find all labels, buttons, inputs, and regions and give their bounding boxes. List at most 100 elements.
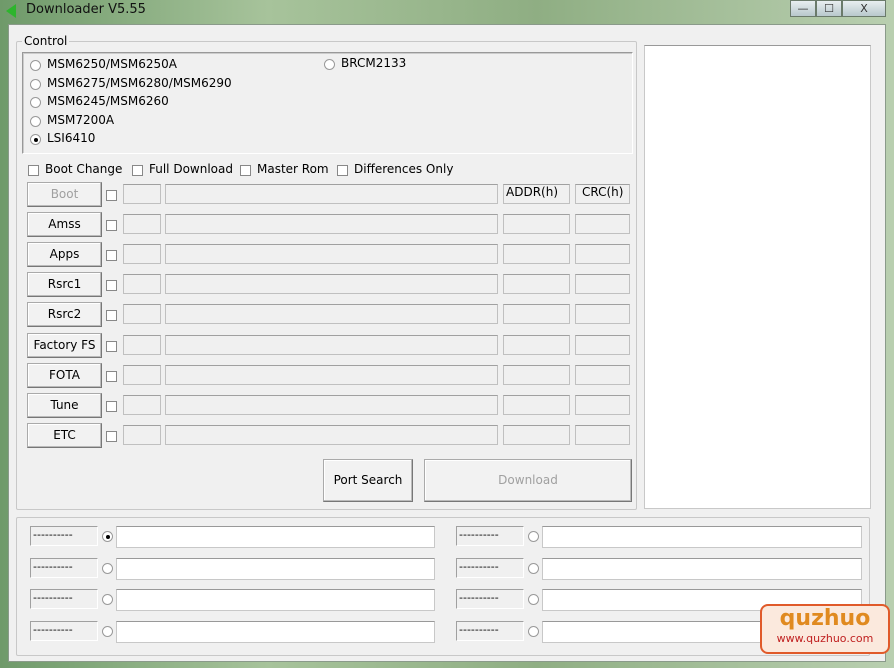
image-path-field xyxy=(165,184,498,204)
image-checkbox[interactable] xyxy=(106,220,117,232)
port-status-label: ---------- xyxy=(30,621,98,641)
option-checkbox[interactable] xyxy=(337,165,348,176)
image-size-field xyxy=(123,214,161,235)
port-radio[interactable] xyxy=(528,563,539,574)
option-checkbox[interactable] xyxy=(240,165,251,176)
watermark-logo: quzhuo www.quzhuo.com xyxy=(760,604,890,654)
image-size-field xyxy=(123,334,161,355)
chipset-label[interactable]: LSI6410 xyxy=(47,131,95,145)
port-radio[interactable] xyxy=(528,594,539,605)
chipset-radio[interactable] xyxy=(30,115,41,127)
image-button[interactable]: Amss xyxy=(27,212,102,238)
image-button[interactable]: ETC xyxy=(27,422,102,448)
chipset-label[interactable]: MSM6245/MSM6260 xyxy=(47,94,169,108)
image-crc-field xyxy=(575,394,630,415)
control-group-label: Control xyxy=(22,34,70,48)
download-button[interactable]: Download xyxy=(424,459,632,502)
image-path-field xyxy=(165,244,498,265)
chipset-label[interactable]: MSM6275/MSM6280/MSM6290 xyxy=(47,76,232,90)
image-crc-field xyxy=(575,364,630,385)
image-checkbox[interactable] xyxy=(106,250,117,262)
image-crc-field xyxy=(575,214,630,235)
port-radio[interactable] xyxy=(102,594,113,605)
chipset-radio[interactable] xyxy=(30,134,41,145)
port-radio[interactable] xyxy=(102,563,113,574)
image-addr-field xyxy=(503,394,570,415)
option-label[interactable]: Differences Only xyxy=(354,162,453,176)
image-button[interactable]: Factory FS xyxy=(27,332,102,358)
log-panel xyxy=(644,45,871,509)
chipset-label[interactable]: MSM7200A xyxy=(47,113,114,127)
image-path-field xyxy=(165,424,498,445)
image-path-field xyxy=(165,304,498,325)
image-crc-field xyxy=(575,424,630,445)
chipset-label[interactable]: BRCM2133 xyxy=(341,56,406,70)
option-label[interactable]: Boot Change xyxy=(45,162,122,176)
port-search-button[interactable]: Port Search xyxy=(323,459,413,502)
port-status-label: ---------- xyxy=(456,621,524,641)
chipset-radio[interactable] xyxy=(30,60,41,71)
image-size-field xyxy=(123,304,161,325)
chipset-radio[interactable] xyxy=(324,59,335,70)
image-crc-field xyxy=(575,274,630,295)
image-button[interactable]: Boot xyxy=(27,182,102,207)
window-title: Downloader V5.55 xyxy=(26,2,146,17)
image-path-field xyxy=(165,364,498,385)
option-label[interactable]: Master Rom xyxy=(257,162,329,176)
port-info-field xyxy=(116,526,435,548)
option-checkbox[interactable] xyxy=(132,165,143,176)
image-checkbox[interactable] xyxy=(106,400,117,412)
image-button[interactable]: Apps xyxy=(27,242,102,268)
image-path-field xyxy=(165,274,498,295)
port-info-field xyxy=(542,558,862,580)
option-checkbox[interactable] xyxy=(28,165,39,176)
port-status-label: ---------- xyxy=(456,526,524,546)
image-crc-field xyxy=(575,244,630,265)
option-label[interactable]: Full Download xyxy=(149,162,233,176)
image-path-field xyxy=(165,394,498,415)
image-checkbox[interactable] xyxy=(106,430,117,442)
image-size-field xyxy=(123,274,161,295)
port-status-label: ---------- xyxy=(456,558,524,578)
image-addr-field xyxy=(503,304,570,325)
image-path-field xyxy=(165,214,498,235)
port-info-field xyxy=(116,558,435,580)
image-checkbox[interactable] xyxy=(106,190,117,201)
chipset-radio[interactable] xyxy=(30,97,41,108)
image-addr-field xyxy=(503,364,570,385)
port-status-label: ---------- xyxy=(30,589,98,609)
port-status-label: ---------- xyxy=(30,526,98,546)
image-button[interactable]: FOTA xyxy=(27,362,102,388)
image-button[interactable]: Rsrc2 xyxy=(27,302,102,328)
crc-header: CRC(h) xyxy=(575,184,630,204)
image-size-field xyxy=(123,424,161,445)
chipset-radio[interactable] xyxy=(30,78,41,90)
app-icon xyxy=(6,4,16,18)
maximize-button[interactable]: ☐ xyxy=(816,0,842,17)
image-path-field xyxy=(165,334,498,355)
port-info-field xyxy=(116,621,435,643)
port-radio[interactable] xyxy=(528,531,539,542)
image-addr-field xyxy=(503,244,570,265)
port-status-label: ---------- xyxy=(456,589,524,609)
port-radio[interactable] xyxy=(528,626,539,637)
image-button[interactable]: Rsrc1 xyxy=(27,272,102,298)
image-addr-field xyxy=(503,274,570,295)
port-radio[interactable] xyxy=(102,626,113,637)
image-addr-field xyxy=(503,214,570,235)
addr-header: ADDR(h) xyxy=(503,184,570,204)
port-info-field xyxy=(542,526,862,548)
chipset-label[interactable]: MSM6250/MSM6250A xyxy=(47,57,177,71)
image-crc-field xyxy=(575,304,630,325)
close-button[interactable]: X xyxy=(842,0,886,17)
port-status-label: ---------- xyxy=(30,558,98,578)
port-radio[interactable] xyxy=(102,531,113,542)
image-checkbox[interactable] xyxy=(106,340,117,352)
minimize-button[interactable]: — xyxy=(790,0,816,17)
image-checkbox[interactable] xyxy=(106,310,117,322)
image-addr-field xyxy=(503,334,570,355)
image-addr-field xyxy=(503,424,570,445)
image-button[interactable]: Tune xyxy=(27,392,102,418)
image-checkbox[interactable] xyxy=(106,370,117,382)
image-checkbox[interactable] xyxy=(106,280,117,292)
